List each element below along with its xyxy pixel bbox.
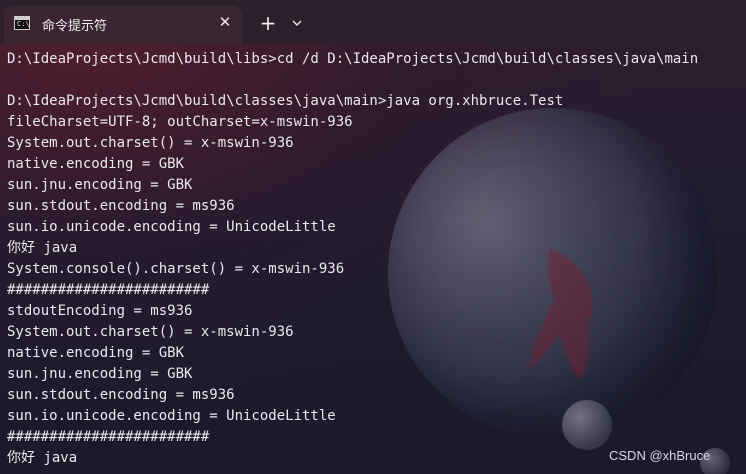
console-line: ######################## [7, 282, 210, 298]
terminal-output-area[interactable]: D:\IdeaProjects\Jcmd\build\libs>cd /d D:… [0, 44, 746, 474]
console-line: ######################## [7, 429, 210, 445]
console-line: sun.io.unicode.encoding = UnicodeLittle [7, 219, 336, 235]
console-line: sun.io.unicode.encoding = UnicodeLittle [7, 408, 336, 424]
console-line: 你好 java [7, 240, 78, 256]
tab-command-prompt[interactable]: C:\ 命令提示符 ✕ [4, 6, 242, 44]
new-tab-button[interactable]: + [257, 12, 279, 34]
console-line: sun.jnu.encoding = GBK [7, 177, 193, 193]
console-line: native.encoding = GBK [7, 156, 185, 172]
console-line: D:\IdeaProjects\Jcmd\build\classes\java\… [7, 93, 564, 109]
console-line: D:\IdeaProjects\Jcmd\build\libs>cd /d D:… [7, 51, 699, 67]
chevron-down-icon[interactable] [288, 13, 306, 33]
console-line: System.out.charset() = x-mswin-936 [7, 324, 294, 340]
console-line: sun.stdout.encoding = ms936 [7, 387, 235, 403]
console-line: fileCharset=UTF-8; outCharset=x-mswin-93… [7, 114, 353, 130]
terminal-window: C:\ 命令提示符 ✕ + D:\IdeaProjects\Jcmd\build… [0, 0, 746, 474]
close-icon[interactable]: ✕ [216, 13, 234, 31]
console-text: D:\IdeaProjects\Jcmd\build\libs>cd /d D:… [7, 49, 698, 469]
console-line: System.console().charset() = x-mswin-936 [7, 261, 345, 277]
console-line: sun.stdout.encoding = ms936 [7, 198, 235, 214]
watermark: CSDN @xhBruce [609, 448, 711, 463]
console-line: native.encoding = GBK [7, 345, 185, 361]
terminal-icon: C:\ [14, 16, 30, 30]
terminal-icon-text: C:\ [17, 20, 30, 28]
console-line: System.out.charset() = x-mswin-936 [7, 135, 294, 151]
tab-bar: C:\ 命令提示符 ✕ + [0, 0, 746, 44]
console-line: stdoutEncoding = ms936 [7, 303, 193, 319]
console-line: 你好 java [7, 450, 78, 466]
tab-title: 命令提示符 [42, 19, 108, 34]
console-line: sun.jnu.encoding = GBK [7, 366, 193, 382]
